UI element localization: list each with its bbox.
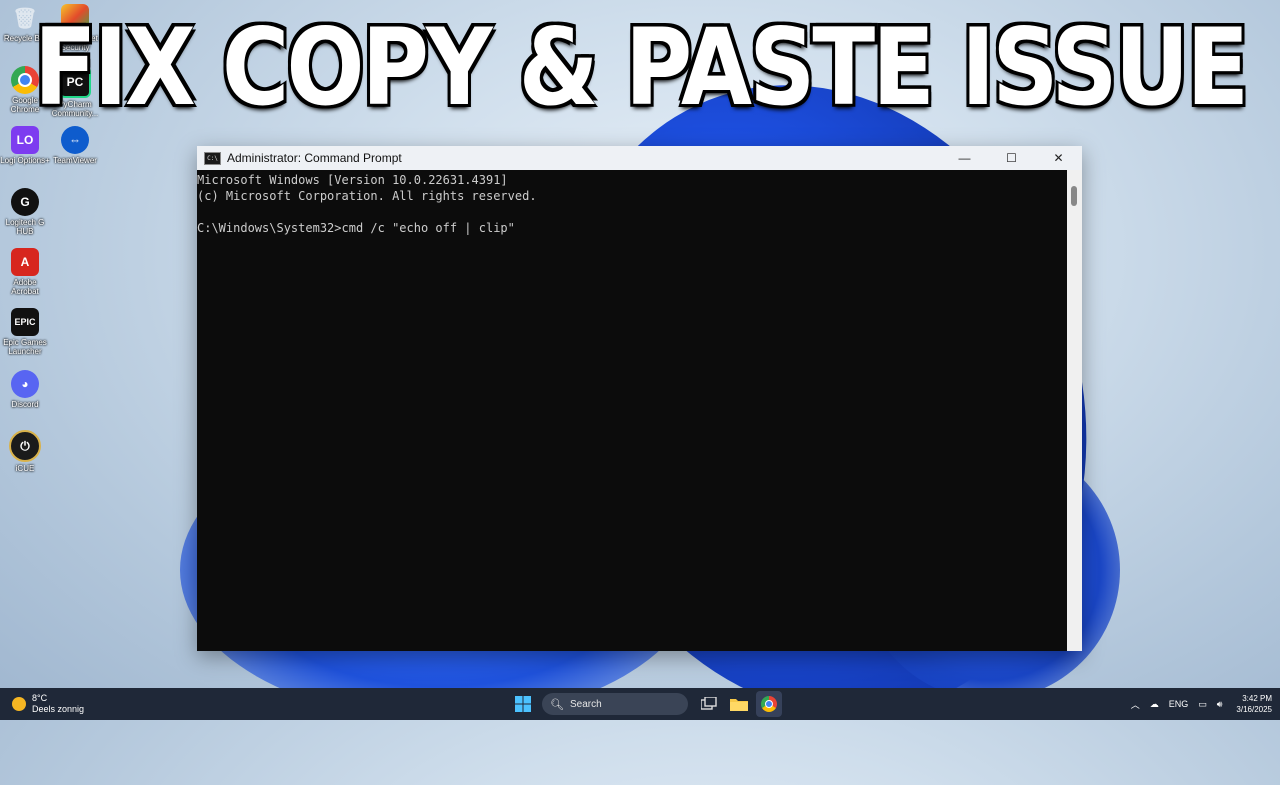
desktop-icon-discord[interactable]: ◕ Discord: [0, 370, 50, 409]
desktop-icon-adobe-acrobat[interactable]: A Adobe Acrobat: [0, 248, 50, 296]
desktop-icon-logi-options[interactable]: LO Logi Options+: [0, 126, 50, 165]
window-titlebar[interactable]: C:\ Administrator: Command Prompt — ☐ ✕: [197, 146, 1082, 170]
teamviewer-icon: ⇔: [61, 126, 89, 154]
language-indicator[interactable]: ENG: [1169, 699, 1189, 709]
vertical-scrollbar[interactable]: [1067, 170, 1082, 651]
console-prompt-line: C:\Windows\System32>cmd /c "echo off | c…: [197, 221, 515, 235]
console-line: Microsoft Windows [Version 10.0.22631.43…: [197, 173, 508, 187]
volume-icon[interactable]: 🔊︎: [1217, 699, 1223, 710]
command-prompt-window[interactable]: C:\ Administrator: Command Prompt — ☐ ✕ …: [197, 146, 1082, 651]
logitech-ghub-icon: G: [11, 188, 39, 216]
search-placeholder: Search: [569, 698, 602, 710]
desktop-icon-epic-games[interactable]: EPIC Epic Games Launcher: [0, 308, 50, 356]
scrollbar-thumb[interactable]: [1071, 186, 1077, 206]
adobe-acrobat-icon: A: [11, 248, 39, 276]
maximize-button[interactable]: ☐: [988, 146, 1035, 170]
windows-logo-icon: [515, 696, 531, 712]
clock[interactable]: 3:42 PM 3/16/2025: [1236, 693, 1272, 715]
clock-date: 3/16/2025: [1236, 705, 1272, 714]
epic-games-icon: EPIC: [11, 308, 39, 336]
window-title: Administrator: Command Prompt: [227, 151, 402, 165]
clock-time: 3:42 PM: [1242, 694, 1272, 703]
taskbar: 8°C Deels zonnig 🔍︎ Search ︿ ☁ ENG ▭ 🔊︎ …: [0, 688, 1280, 720]
close-button[interactable]: ✕: [1035, 146, 1082, 170]
task-view-button[interactable]: [696, 691, 722, 717]
desktop-icon-icue[interactable]: ⏻ iCUE: [0, 430, 50, 473]
console-output[interactable]: Microsoft Windows [Version 10.0.22631.43…: [197, 170, 1067, 651]
icue-icon: ⏻: [9, 430, 41, 462]
start-button[interactable]: [510, 691, 536, 717]
cmd-icon: C:\: [204, 151, 221, 165]
weather-widget[interactable]: 8°C Deels zonnig: [12, 693, 84, 715]
file-explorer-button[interactable]: [726, 691, 752, 717]
folder-icon: [730, 699, 748, 711]
taskbar-search[interactable]: 🔍︎ Search: [542, 693, 688, 715]
partly-sunny-icon: [12, 697, 26, 711]
minimize-button[interactable]: —: [941, 146, 988, 170]
network-icon[interactable]: ▭: [1198, 699, 1207, 710]
task-view-icon: [701, 697, 717, 710]
chrome-taskbar-button[interactable]: [756, 691, 782, 717]
chrome-icon: [761, 696, 777, 712]
chevron-up-icon[interactable]: ︿: [1131, 698, 1140, 711]
logi-options-icon: LO: [11, 126, 39, 154]
console-line: (c) Microsoft Corporation. All rights re…: [197, 189, 537, 203]
system-tray: ︿ ☁ ENG ▭ 🔊︎ 3:42 PM 3/16/2025: [1121, 688, 1272, 720]
desktop-icon-logitech-ghub[interactable]: G Logitech G HUB: [0, 188, 50, 236]
weather-temperature: 8°C: [32, 693, 48, 703]
desktop-icon-teamviewer[interactable]: ⇔ TeamViewer: [50, 126, 100, 165]
video-headline: FIX COPY & PASTE ISSUE: [33, 6, 1249, 130]
discord-icon: ◕: [11, 370, 39, 398]
taskbar-apps: 🔍︎ Search: [510, 691, 786, 717]
onedrive-cloud-icon[interactable]: ☁: [1150, 699, 1159, 710]
search-icon: 🔍︎: [550, 698, 564, 711]
weather-description: Deels zonnig: [32, 704, 85, 714]
